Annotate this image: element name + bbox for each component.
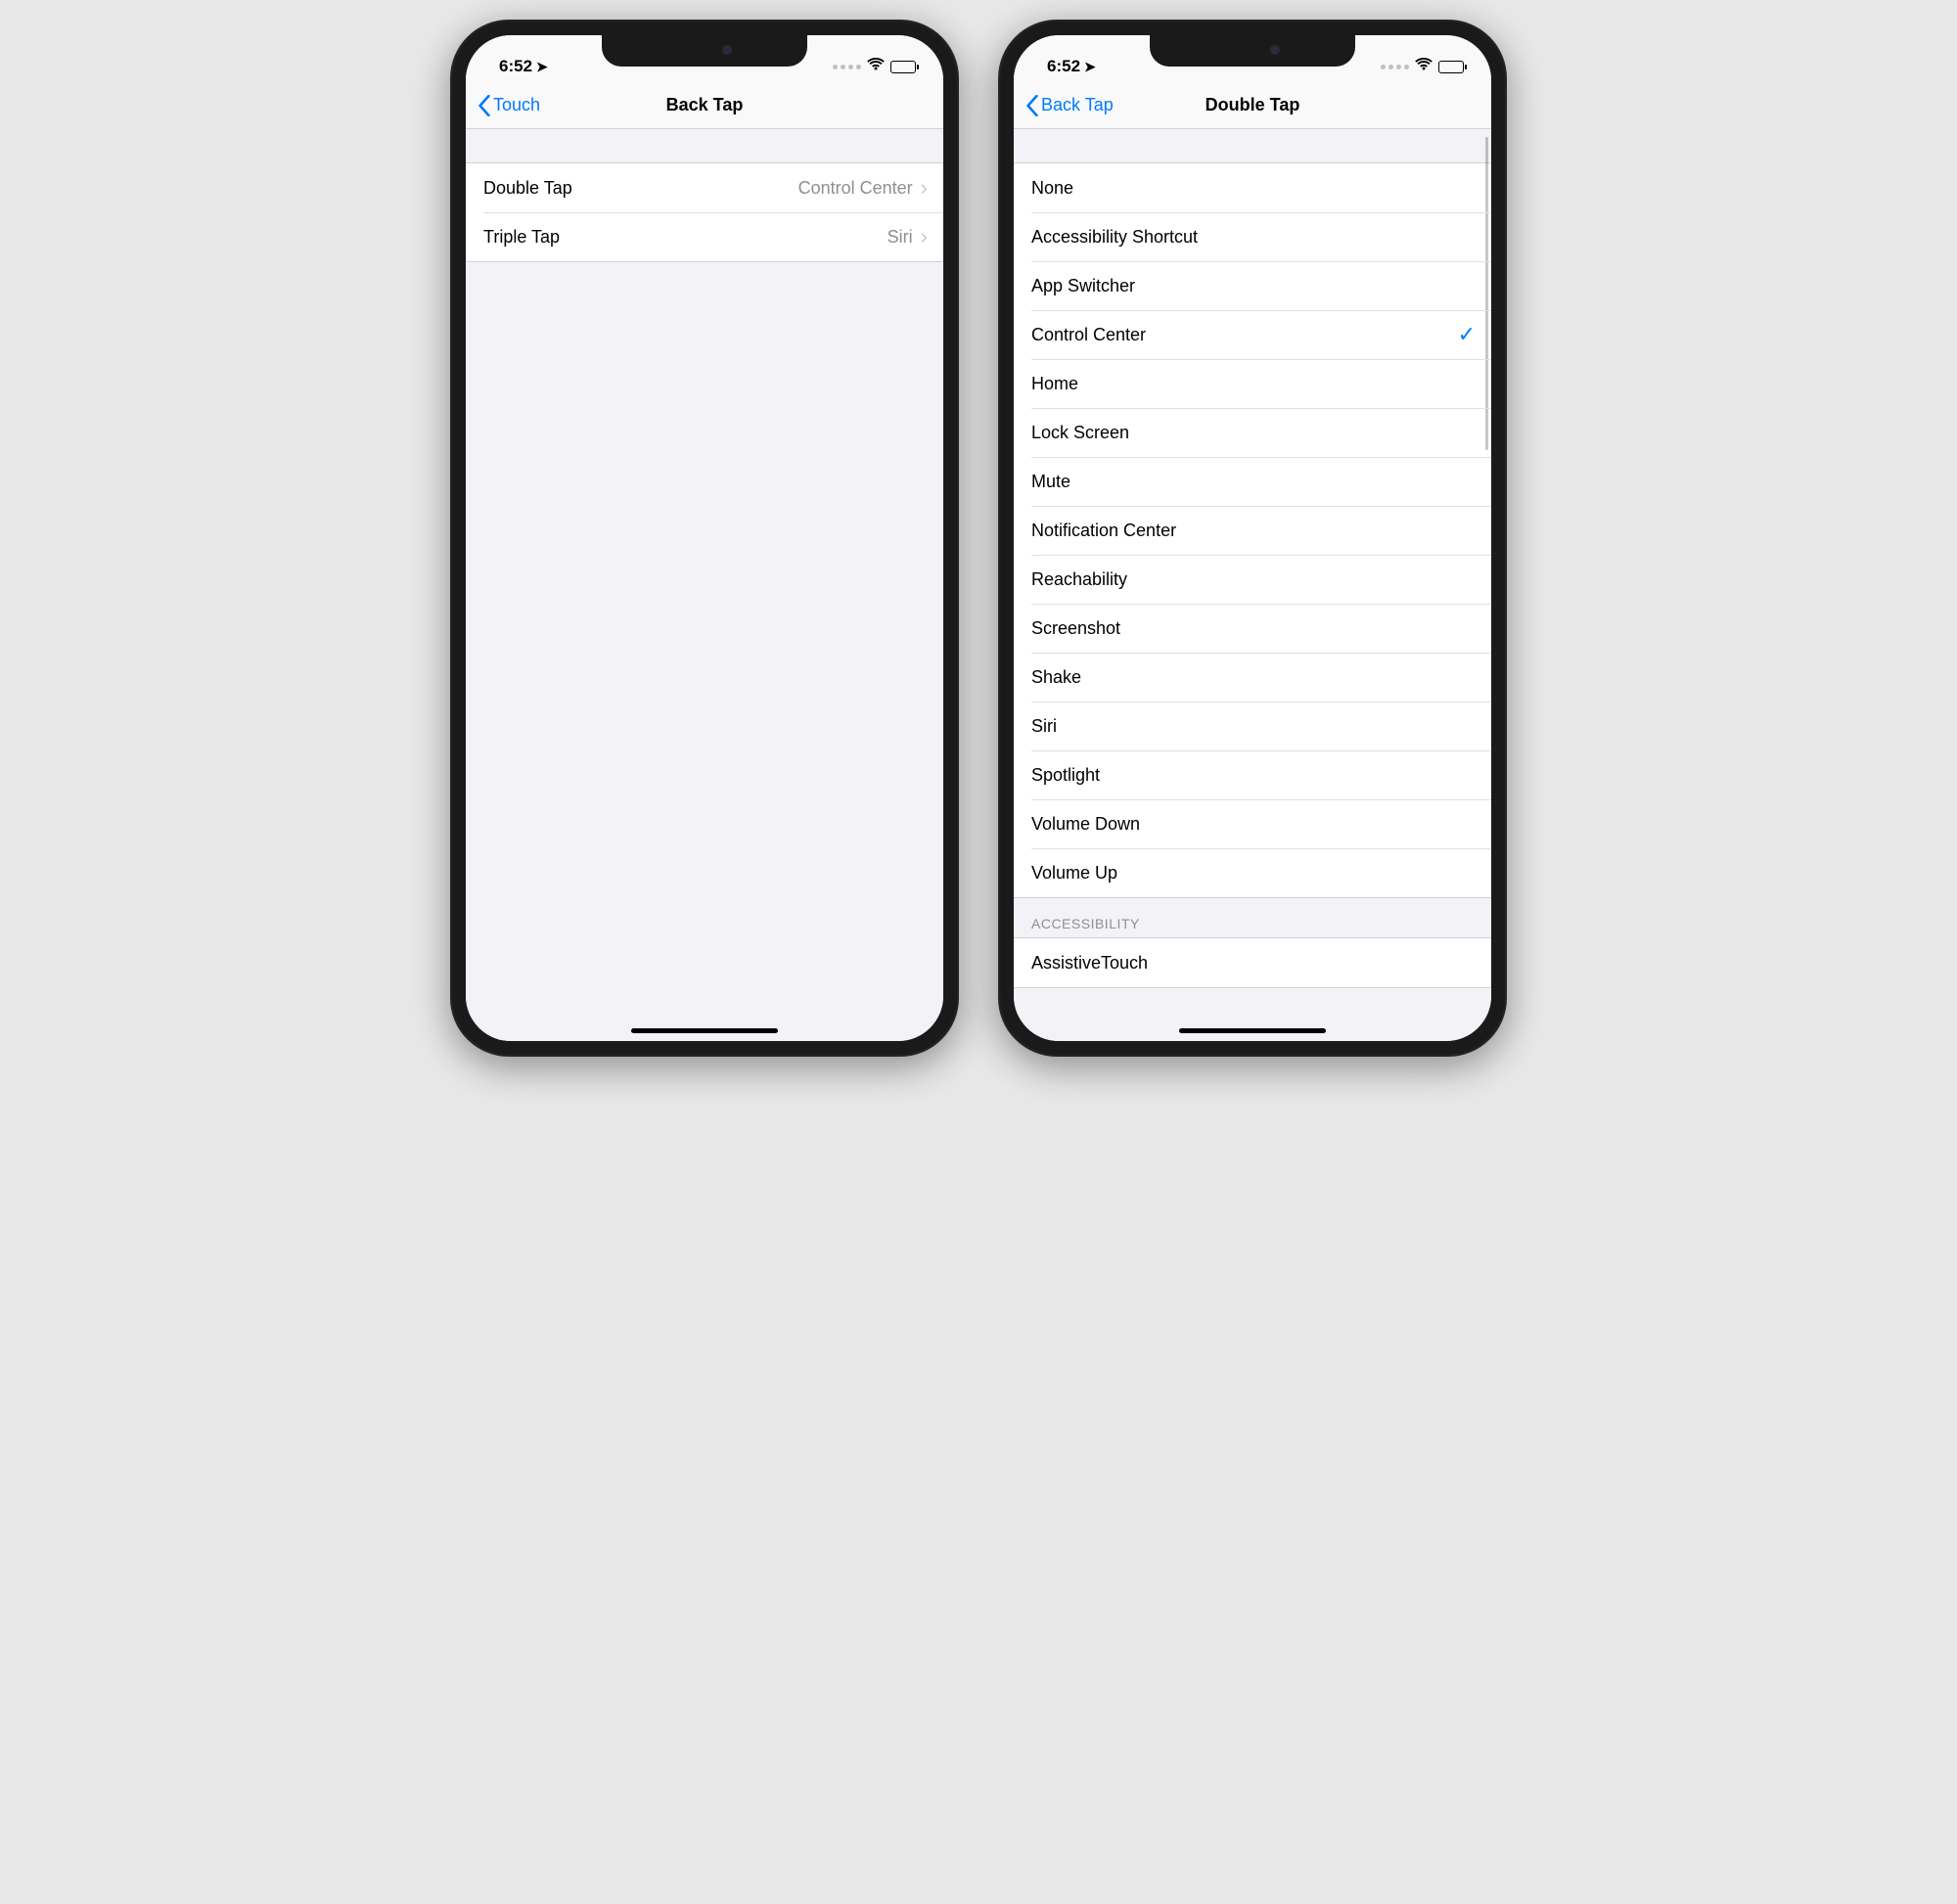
options-list: None Accessibility Shortcut App Switcher Co… — [1014, 162, 1491, 898]
option-row[interactable]: Control Center ✓ — [1014, 310, 1491, 359]
option-row[interactable]: Notification Center — [1014, 506, 1491, 555]
option-row[interactable]: AssistiveTouch — [1014, 938, 1491, 987]
option-label: Notification Center — [1031, 521, 1176, 541]
option-label: Mute — [1031, 472, 1070, 492]
chevron-right-icon: › — [921, 226, 928, 248]
row-double-tap[interactable]: Double Tap Control Center › — [466, 163, 943, 212]
page-title: Back Tap — [666, 95, 744, 115]
row-triple-tap[interactable]: Triple Tap Siri › — [466, 212, 943, 261]
section-header-accessibility: ACCESSIBILITY — [1014, 898, 1491, 937]
options-list-accessibility: AssistiveTouch — [1014, 937, 1491, 988]
option-label: Home — [1031, 374, 1078, 394]
option-label: Lock Screen — [1031, 423, 1129, 443]
row-value: Siri — [887, 227, 913, 248]
status-time: 6:52 — [499, 57, 532, 76]
option-label: Accessibility Shortcut — [1031, 227, 1198, 248]
battery-icon — [1438, 61, 1464, 73]
back-label: Touch — [493, 95, 540, 115]
option-row[interactable]: Siri — [1014, 702, 1491, 750]
row-label: Triple Tap — [483, 227, 560, 248]
option-row[interactable]: Shake — [1014, 653, 1491, 702]
phone-right: 6:52 ➤ Back Tap Double Tap None Accessibi… — [998, 20, 1507, 1057]
option-label: AssistiveTouch — [1031, 953, 1148, 974]
option-label: Shake — [1031, 667, 1081, 688]
page-title: Double Tap — [1206, 95, 1300, 115]
device-notch — [1150, 35, 1355, 67]
phone-left: 6:52 ➤ Touch Back Tap Double Tap — [450, 20, 959, 1057]
option-label: None — [1031, 178, 1073, 199]
option-label: Reachability — [1031, 569, 1127, 590]
chevron-left-icon — [1025, 95, 1039, 116]
option-row[interactable]: Spotlight — [1014, 750, 1491, 799]
option-row[interactable]: None — [1014, 163, 1491, 212]
option-row[interactable]: Accessibility Shortcut — [1014, 212, 1491, 261]
option-label: Screenshot — [1031, 618, 1120, 639]
back-label: Back Tap — [1041, 95, 1114, 115]
option-row[interactable]: App Switcher — [1014, 261, 1491, 310]
status-time: 6:52 — [1047, 57, 1080, 76]
signal-dots-icon — [833, 65, 861, 69]
chevron-right-icon: › — [921, 177, 928, 199]
settings-list: Double Tap Control Center › Triple Tap S… — [466, 162, 943, 262]
option-label: Siri — [1031, 716, 1057, 737]
option-row[interactable]: Lock Screen — [1014, 408, 1491, 457]
wifi-icon — [867, 58, 885, 76]
battery-icon — [890, 61, 916, 73]
back-button[interactable]: Back Tap — [1025, 95, 1114, 116]
option-row[interactable]: Screenshot — [1014, 604, 1491, 653]
option-row[interactable]: Volume Down — [1014, 799, 1491, 848]
content-area[interactable]: None Accessibility Shortcut App Switcher Co… — [1014, 129, 1491, 1041]
option-label: App Switcher — [1031, 276, 1135, 296]
nav-bar: Back Tap Double Tap — [1014, 82, 1491, 129]
wifi-icon — [1415, 58, 1433, 76]
row-value: Control Center — [798, 178, 913, 199]
content-area: Double Tap Control Center › Triple Tap S… — [466, 129, 943, 1041]
option-label: Spotlight — [1031, 765, 1100, 786]
chevron-left-icon — [478, 95, 491, 116]
option-row[interactable]: Mute — [1014, 457, 1491, 506]
signal-dots-icon — [1381, 65, 1409, 69]
option-row[interactable]: Reachability — [1014, 555, 1491, 604]
nav-bar: Touch Back Tap — [466, 82, 943, 129]
row-label: Double Tap — [483, 178, 572, 199]
option-row[interactable]: Volume Up — [1014, 848, 1491, 897]
location-icon: ➤ — [1084, 59, 1096, 75]
home-indicator[interactable] — [1179, 1028, 1326, 1033]
option-label: Volume Up — [1031, 863, 1117, 884]
checkmark-icon: ✓ — [1458, 322, 1476, 347]
back-button[interactable]: Touch — [478, 95, 540, 116]
option-label: Volume Down — [1031, 814, 1140, 835]
home-indicator[interactable] — [631, 1028, 778, 1033]
location-icon: ➤ — [536, 59, 548, 75]
option-label: Control Center — [1031, 325, 1146, 345]
device-notch — [602, 35, 807, 67]
option-row[interactable]: Home — [1014, 359, 1491, 408]
